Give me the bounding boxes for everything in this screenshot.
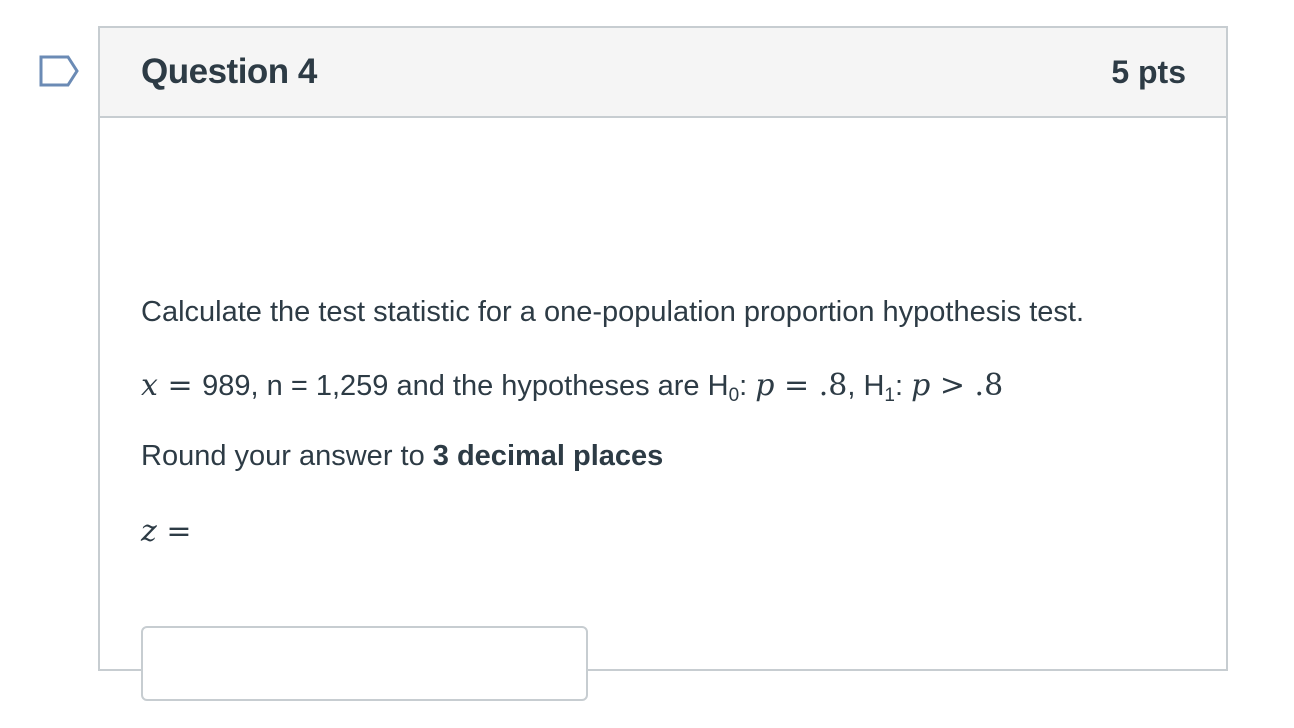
flag-question-icon[interactable] [38,54,80,88]
h1-p-variable: p [911,368,931,403]
question-title: Question 4 [141,52,317,91]
answer-label: z = [141,514,192,549]
h0-colon: : [739,370,756,402]
x-equals-sign: = [157,368,203,403]
h1-colon: : [894,370,912,402]
h1-value: .8 [974,368,1004,403]
question-prompt: Calculate the test statistic for a one-p… [141,296,1085,328]
question-given: x = 989, n = 1,259 and the hypotheses ar… [141,368,1003,407]
x-variable: x [141,368,158,403]
h1-relation: > [930,368,975,403]
x-value: 989 [202,370,251,402]
h0-value: .8 [818,368,848,403]
instruction-text: Round your answer to [141,440,433,472]
h1-separator: , H [847,370,885,402]
answer-input[interactable] [141,626,588,701]
n-text: , n = 1,259 and the hypotheses are H [250,370,729,402]
question-card: Question 4 5 pts Calculate the test stat… [98,26,1228,701]
h0-subscript: 0 [728,385,740,406]
z-equals-sign: = [156,514,192,549]
rounding-instruction: Round your answer to 3 decimal places [141,440,663,473]
h0-p-variable: p [755,368,775,403]
z-variable: z [141,514,157,549]
question-header: Question 4 5 pts [100,28,1226,118]
instruction-emphasis: 3 decimal places [432,440,664,472]
h0-relation: = [774,368,819,403]
h1-subscript: 1 [884,385,895,406]
question-points: 5 pts [1111,53,1186,90]
